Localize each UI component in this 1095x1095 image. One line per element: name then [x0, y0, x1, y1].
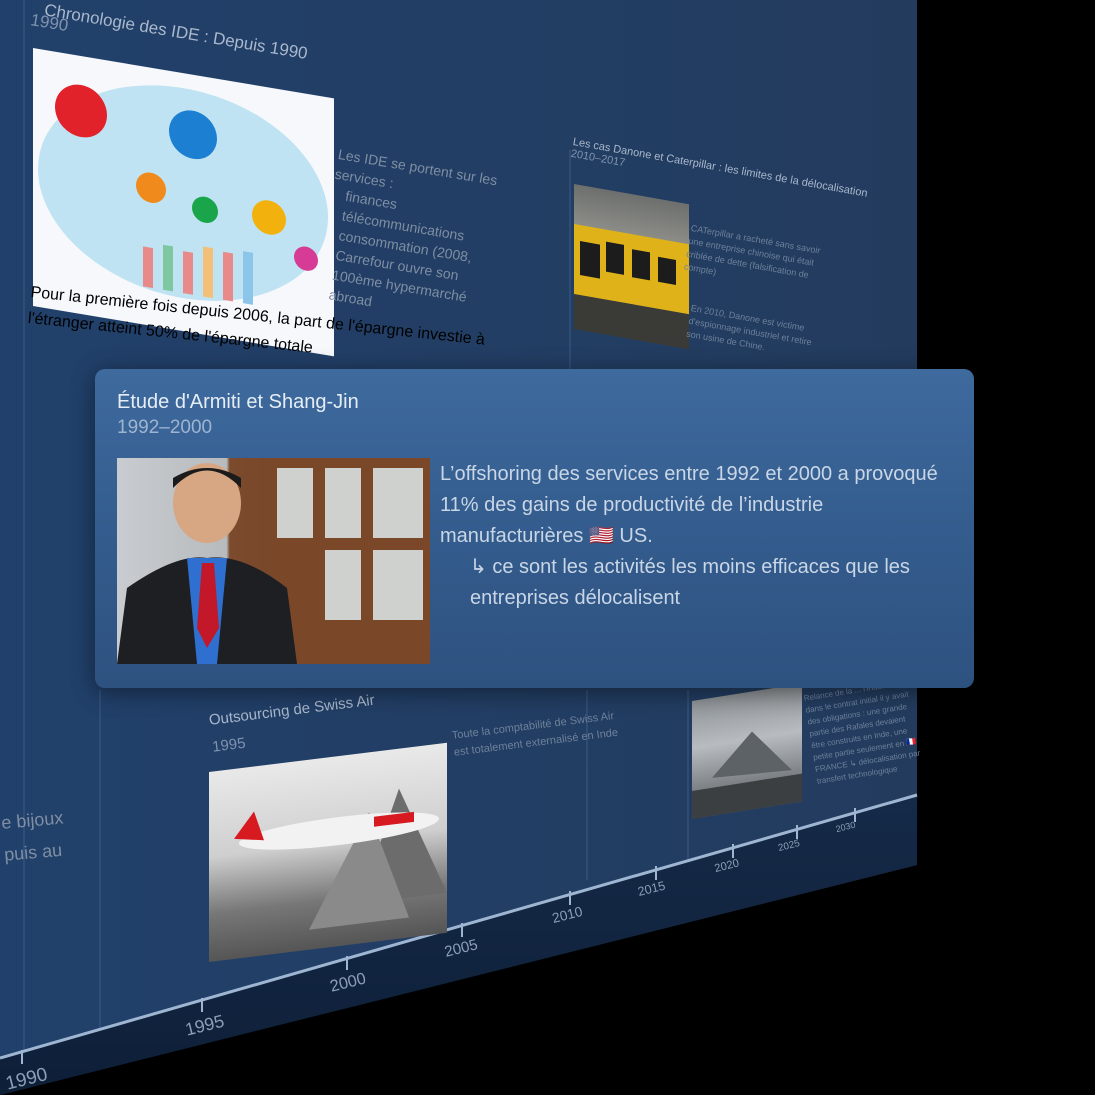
- focused-event-paragraph: L’offshoring des services entre 1992 et …: [440, 463, 938, 547]
- fighter-jet-icon: [692, 731, 802, 819]
- timeline-stage: 1990 1995 2000 2005 2010 2015 2020 2025 2030 Chr…: [0, 0, 1095, 1095]
- focused-event-card[interactable]: Étude d'Armiti et Shang-Jin 1992–2000 L’…: [95, 369, 974, 688]
- focused-event-note: ↳ ce sont les activités les moins effica…: [470, 556, 910, 609]
- focused-event-description: L’offshoring des services entre 1992 et …: [440, 459, 960, 614]
- rafale-text: Relance de la ... l'Inde. Mais dans le c…: [803, 678, 921, 786]
- caterpillar-photo: [574, 184, 689, 350]
- card-ide-services: Les IDE se portent sur les services : fi…: [314, 144, 518, 332]
- focused-event-year: 1992–2000: [117, 417, 213, 438]
- rafale-photo: [692, 683, 802, 819]
- swissair-photo: [209, 742, 447, 962]
- excavator-icon: [574, 223, 689, 350]
- person-portrait-icon: [117, 458, 430, 664]
- portrait-photo: [117, 458, 430, 664]
- left-partial-card: e bijoux puis au: [0, 802, 67, 871]
- focused-event-title: Étude d'Armiti et Shang-Jin: [117, 391, 359, 413]
- left-partial-line: puis au: [3, 839, 63, 865]
- airplane-icon: [234, 788, 447, 930]
